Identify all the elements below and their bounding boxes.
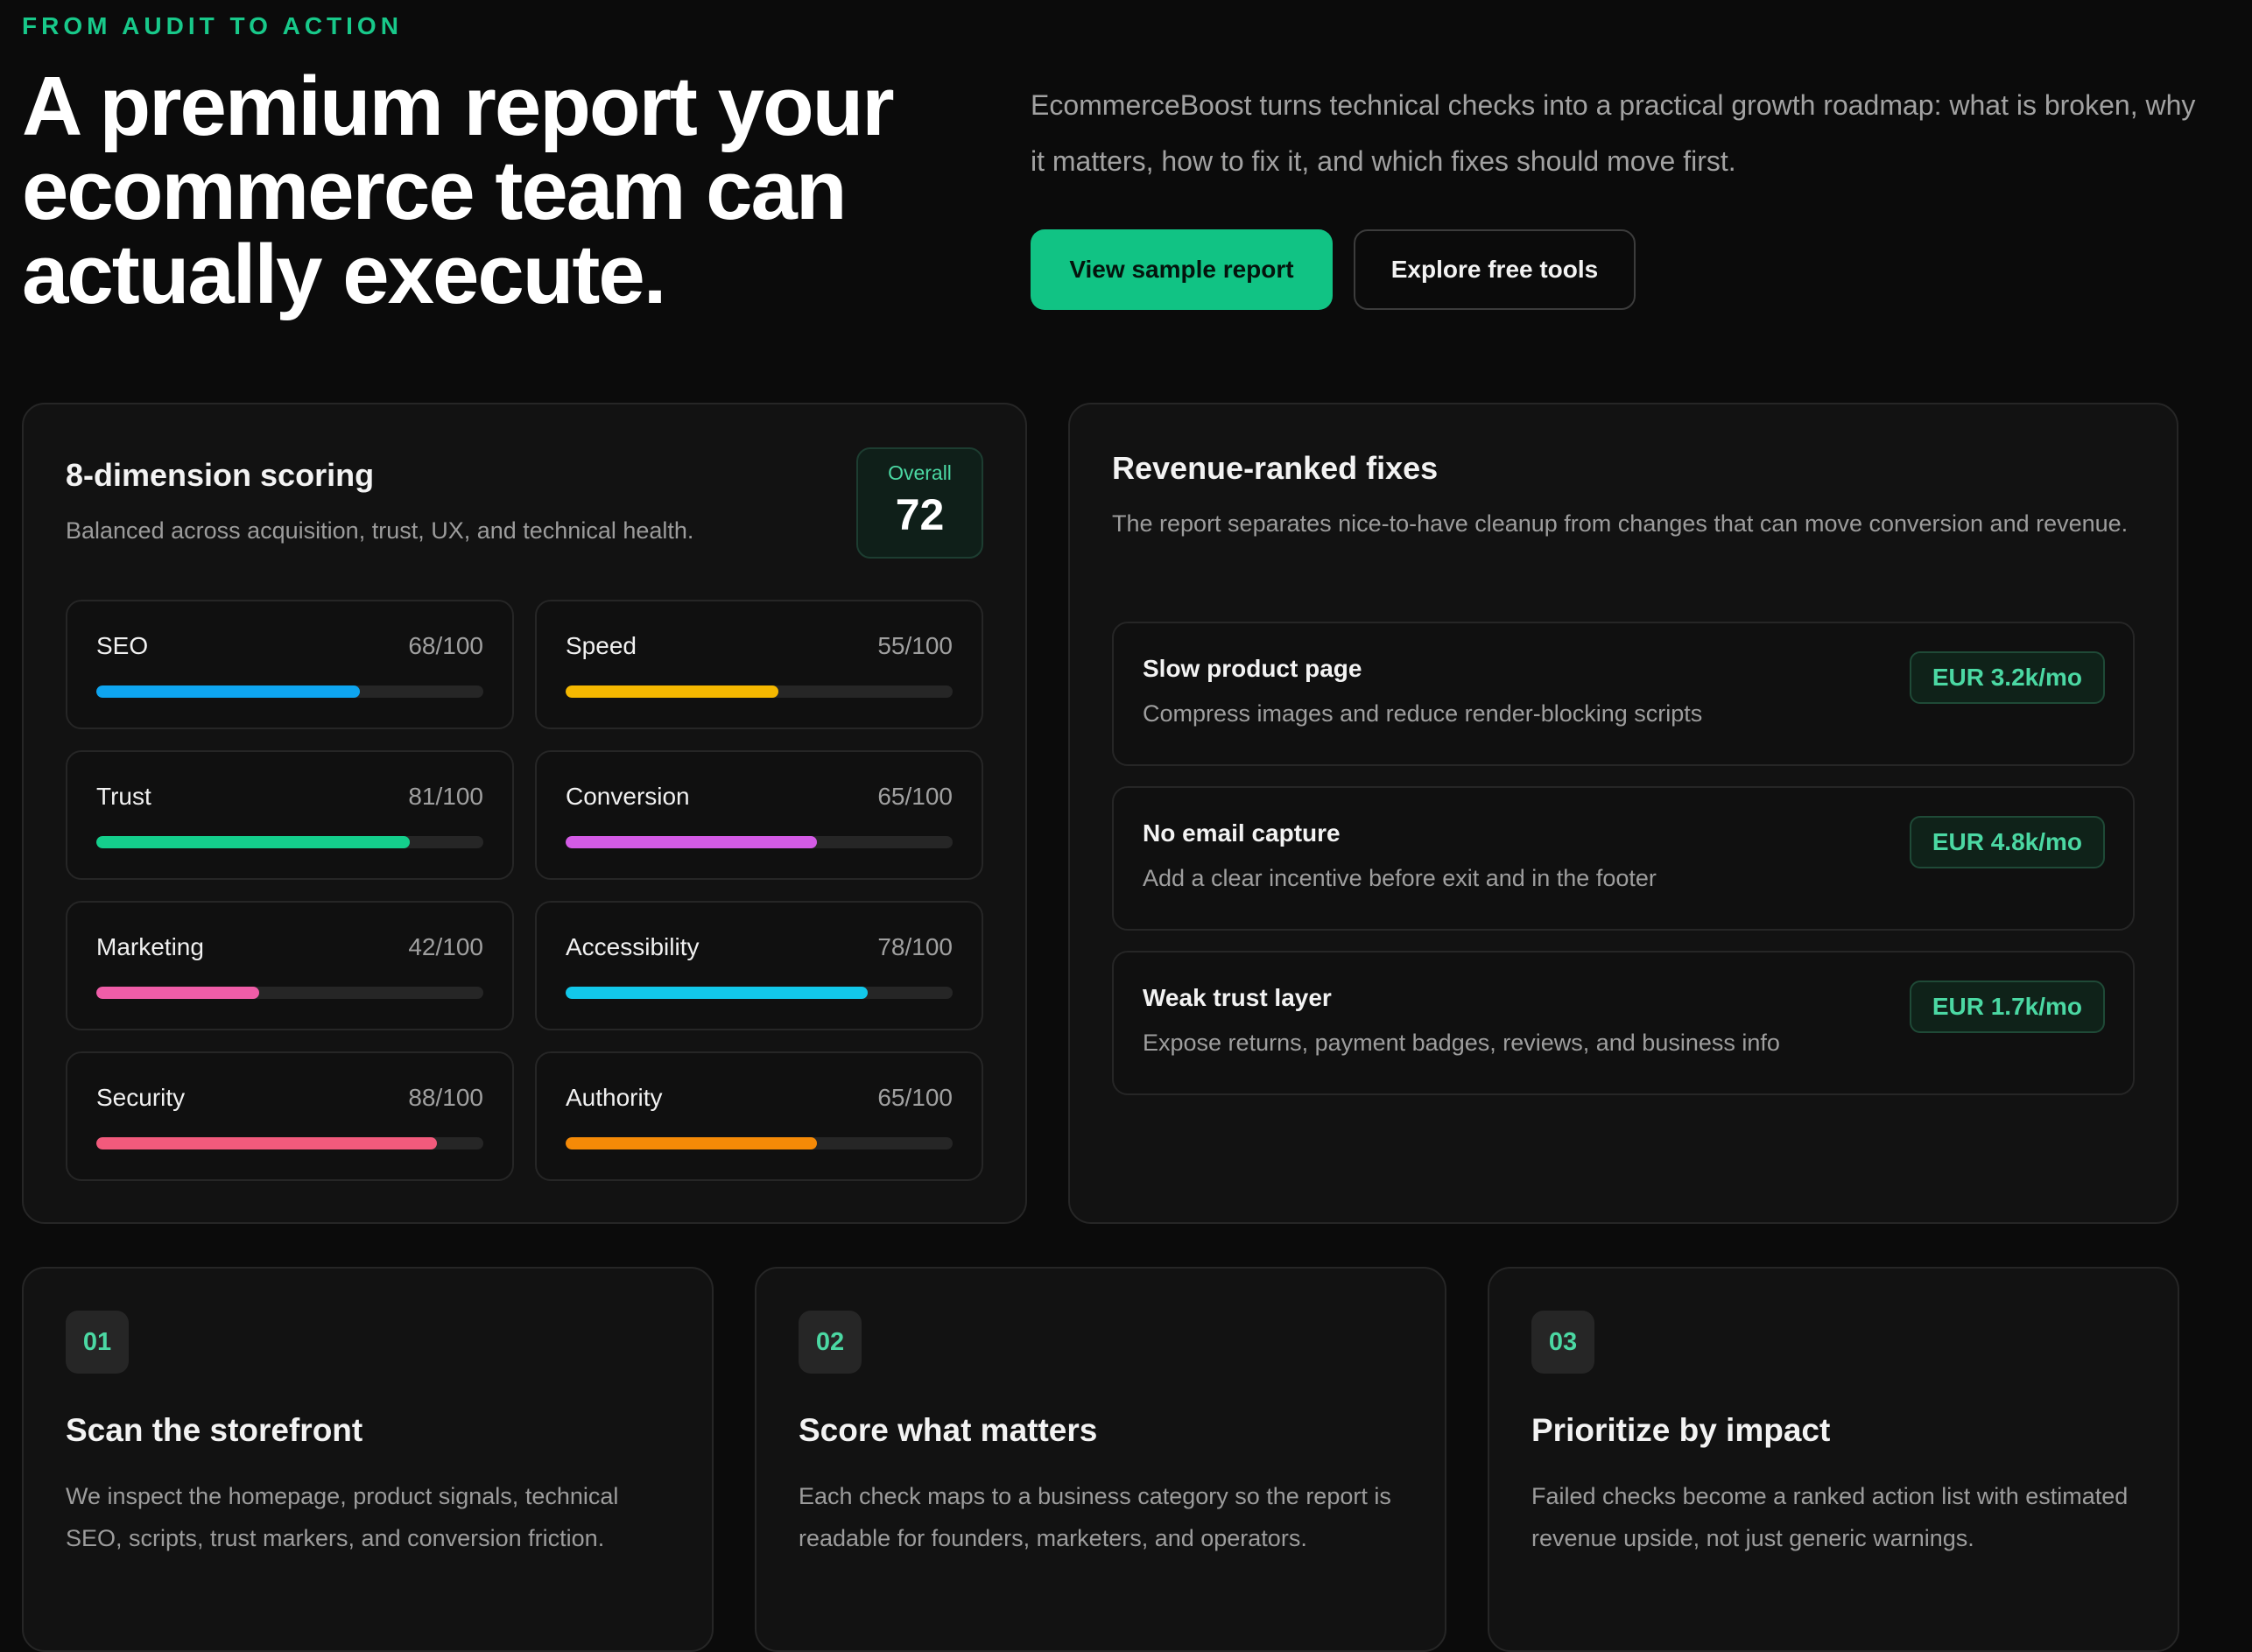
metric-fill <box>96 836 411 848</box>
metric-track <box>96 987 483 999</box>
step-number: 03 <box>1531 1311 1594 1374</box>
scoring-subtitle: Balanced across acquisition, trust, UX, … <box>66 517 694 544</box>
metric-score: 65/100 <box>877 783 953 810</box>
metric-card-seo: SEO 68/100 <box>66 600 514 729</box>
step-description: We inspect the homepage, product signals… <box>66 1483 619 1551</box>
hero-description: EcommerceBoost turns technical checks in… <box>1031 89 2196 177</box>
metric-name: Security <box>96 1084 186 1111</box>
step-card-3: 03 Prioritize by impact Failed checks be… <box>1488 1267 2179 1652</box>
fix-title: Slow product page <box>1143 655 1362 682</box>
metric-fill <box>566 987 868 999</box>
hero-title: A premium report your ecommerce team can… <box>22 60 895 321</box>
scoring-title: 8-dimension scoring <box>66 457 375 493</box>
metric-card-trust: Trust 81/100 <box>66 750 514 880</box>
fixes-panel: Revenue-ranked fixes The report separate… <box>1068 403 2178 1224</box>
step-title: Score what matters <box>799 1412 1098 1448</box>
metric-name: Conversion <box>566 783 690 810</box>
fix-item[interactable]: No email capture Add a clear incentive b… <box>1112 786 2135 931</box>
metric-score: 78/100 <box>877 933 953 960</box>
metric-fill <box>566 685 779 698</box>
metric-fill <box>566 1137 818 1149</box>
overall-score-badge: Overall 72 <box>856 447 983 559</box>
metric-card-conversion: Conversion 65/100 <box>535 750 983 880</box>
metric-name: Marketing <box>96 933 204 960</box>
metric-name: Speed <box>566 632 637 659</box>
metric-track <box>566 1137 953 1149</box>
step-title: Scan the storefront <box>66 1412 363 1448</box>
step-card-2: 02 Score what matters Each check maps to… <box>755 1267 1446 1652</box>
step-number: 01 <box>66 1311 129 1374</box>
fixes-title: Revenue-ranked fixes <box>1112 450 1439 486</box>
fix-item[interactable]: Weak trust layer Expose returns, payment… <box>1112 951 2135 1095</box>
metric-fill <box>566 836 818 848</box>
overall-label: Overall <box>888 461 952 484</box>
metric-track <box>96 1137 483 1149</box>
metric-fill <box>96 1137 437 1149</box>
view-sample-report-button[interactable]: View sample report <box>1031 229 1333 310</box>
metric-name: Accessibility <box>566 933 700 960</box>
metric-name: Trust <box>96 783 151 810</box>
revenue-badge: EUR 1.7k/mo <box>1909 981 2105 1033</box>
metric-score: 81/100 <box>408 783 483 810</box>
step-card-1: 01 Scan the storefront We inspect the ho… <box>22 1267 714 1652</box>
fix-description: Add a clear incentive before exit and in… <box>1143 865 1657 891</box>
fixes-subtitle: The report separates nice-to-have cleanu… <box>1112 510 2129 537</box>
metric-track <box>566 685 953 698</box>
metric-track <box>96 685 483 698</box>
metric-fill <box>96 685 360 698</box>
step-description: Each check maps to a business category s… <box>799 1483 1391 1551</box>
metric-card-accessibility: Accessibility 78/100 <box>535 901 983 1030</box>
step-title: Prioritize by impact <box>1531 1412 1831 1448</box>
metric-score: 68/100 <box>408 632 483 659</box>
overall-value: 72 <box>895 490 945 539</box>
fix-title: Weak trust layer <box>1143 984 1332 1011</box>
revenue-badge: EUR 3.2k/mo <box>1909 651 2105 704</box>
metric-score: 42/100 <box>408 933 483 960</box>
metric-card-authority: Authority 65/100 <box>535 1051 983 1181</box>
fix-item[interactable]: Slow product page Compress images and re… <box>1112 622 2135 766</box>
hero-eyebrow: FROM AUDIT TO ACTION <box>22 12 403 39</box>
step-description: Failed checks become a ranked action lis… <box>1531 1483 2129 1551</box>
metric-card-security: Security 88/100 <box>66 1051 514 1181</box>
metric-track <box>96 836 483 848</box>
metric-card-marketing: Marketing 42/100 <box>66 901 514 1030</box>
fix-title: No email capture <box>1143 819 1341 847</box>
metric-fill <box>96 987 259 999</box>
revenue-badge: EUR 4.8k/mo <box>1909 816 2105 868</box>
metric-name: SEO <box>96 632 149 659</box>
metric-score: 88/100 <box>408 1084 483 1111</box>
fix-description: Compress images and reduce render-blocki… <box>1143 700 1703 727</box>
fix-description: Expose returns, payment badges, reviews,… <box>1143 1030 1780 1056</box>
metric-card-speed: Speed 55/100 <box>535 600 983 729</box>
explore-free-tools-button[interactable]: Explore free tools <box>1354 229 1636 310</box>
step-number: 02 <box>799 1311 862 1374</box>
metric-track <box>566 987 953 999</box>
metric-score: 65/100 <box>877 1084 953 1111</box>
metric-name: Authority <box>566 1084 663 1111</box>
metric-score: 55/100 <box>877 632 953 659</box>
metric-track <box>566 836 953 848</box>
scoring-panel: 8-dimension scoring Balanced across acqu… <box>22 403 1027 1224</box>
